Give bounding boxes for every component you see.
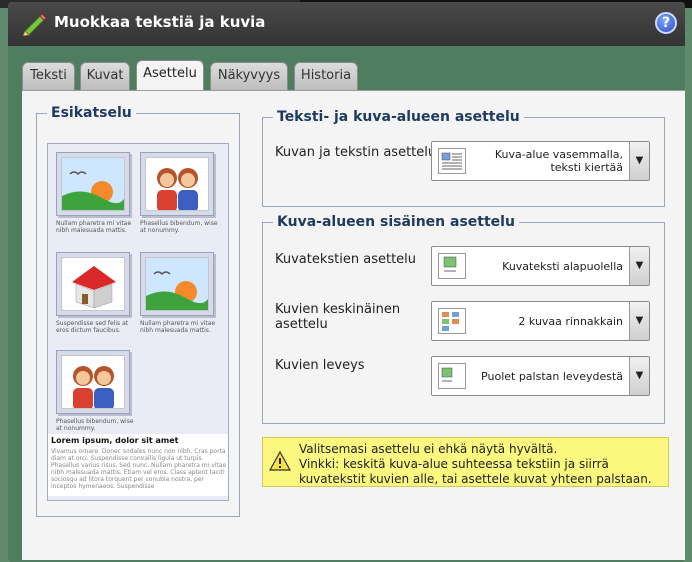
tab-historia[interactable]: Historia [294, 62, 358, 90]
text-image-layout-select[interactable]: Kuva-alue vasemmalla, teksti kiertää ▼ [431, 141, 650, 181]
chevron-down-icon[interactable]: ▼ [629, 247, 649, 285]
preview-page: Nullam pharetra mi vitae nibh malesuada … [47, 143, 229, 501]
image-arrangement-label: Kuvien keskinäinen asettelu [275, 302, 401, 332]
preview-caption: Suspendisse sed felis at eros dictum fau… [56, 320, 129, 334]
layout-wrap-icon [438, 148, 466, 174]
text-image-layout-label: Kuvan ja tekstin asettelu [275, 145, 437, 160]
people-icon [62, 356, 124, 408]
text-image-layout-legend: Teksti- ja kuva-alueen asettelu [277, 109, 520, 125]
warning-line: kuvatekstit kuvien alle, tai asettele ku… [299, 472, 652, 486]
warning-icon [269, 451, 291, 471]
help-icon[interactable]: ? [655, 12, 677, 34]
preview-caption: Phasellus bibendum, wise at nonummy. [140, 220, 218, 234]
warning-text: Valitsemasi asettelu ei ehkä näytä hyväl… [299, 442, 652, 487]
text-image-layout-group: Teksti- ja kuva-alueen asettelu Kuvan ja… [262, 109, 665, 207]
image-area-layout-legend: Kuva-alueen sisäinen asettelu [277, 214, 515, 230]
preview-image-landscape-1 [56, 152, 130, 216]
landscape-icon [62, 158, 124, 210]
chevron-down-icon[interactable]: ▼ [629, 142, 649, 180]
image-area-layout-group: Kuva-alueen sisäinen asettelu Kuvateksti… [262, 214, 665, 424]
title-bar: Muokkaa tekstiä ja kuvia ? [8, 2, 685, 46]
image-width-value: Puolet palstan leveydestä [481, 369, 623, 383]
preview-image-house [56, 252, 130, 316]
warning-line: Valitsemasi asettelu ei ehkä näytä hyväl… [299, 442, 558, 456]
chevron-down-icon[interactable]: ▼ [629, 357, 649, 395]
tab-nakyvyys[interactable]: Näkyvyys [210, 62, 288, 90]
preview-caption: Phasellus bibendum, wise at nonummy. [56, 418, 134, 432]
tab-teksti[interactable]: Teksti [22, 62, 75, 90]
image-arrangement-value: 2 kuvaa rinnakkain [518, 314, 623, 328]
text-image-layout-value: Kuva-alue vasemmalla, teksti kiertää [494, 148, 623, 174]
preview-heading: Lorem ipsum, dolor sit amet [51, 436, 179, 445]
edit-text-images-dialog: Muokkaa tekstiä ja kuvia ? Teksti Kuvat … [8, 2, 685, 562]
caption-layout-select[interactable]: Kuvateksti alapuolella ▼ [431, 246, 650, 286]
house-icon [62, 258, 124, 310]
chevron-down-icon[interactable]: ▼ [629, 302, 649, 340]
preview-caption: Nullam pharetra mi vitae nibh malesuada … [140, 320, 216, 334]
dialog-title: Muokkaa tekstiä ja kuvia [54, 13, 266, 31]
caption-layout-value: Kuvateksti alapuolella [502, 259, 623, 273]
landscape-icon [146, 258, 208, 310]
image-width-select[interactable]: Puolet palstan leveydestä ▼ [431, 356, 650, 396]
two-columns-icon [438, 308, 466, 334]
caption-below-icon [438, 253, 466, 279]
tab-kuvat[interactable]: Kuvat [80, 62, 130, 90]
tab-asettelu[interactable]: Asettelu [136, 60, 204, 91]
half-width-icon [438, 363, 466, 389]
preview-image-landscape-2 [140, 252, 214, 316]
preview-body-text: Vivamus ornare. Donec sodales nunc non n… [51, 448, 227, 490]
warning-line: Vinkki: keskitä kuva-alue suhteessa teks… [299, 457, 609, 471]
tab-panel-asettelu: Esikatselu Nullam pharetra mi vitae nibh… [22, 90, 685, 560]
layout-warning: Valitsemasi asettelu ei ehkä näytä hyväl… [262, 437, 669, 487]
preview-image-people-1 [140, 152, 214, 216]
preview-legend: Esikatselu [51, 105, 132, 121]
image-arrangement-select[interactable]: 2 kuvaa rinnakkain ▼ [431, 301, 650, 341]
image-width-label: Kuvien leveys [275, 358, 365, 373]
preview-image-people-2 [56, 350, 130, 414]
people-icon [146, 158, 208, 210]
preview-group: Esikatselu Nullam pharetra mi vitae nibh… [36, 105, 240, 517]
preview-caption: Nullam pharetra mi vitae nibh malesuada … [56, 220, 132, 234]
caption-layout-label: Kuvatekstien asettelu [275, 252, 417, 267]
pencil-icon [22, 13, 47, 36]
